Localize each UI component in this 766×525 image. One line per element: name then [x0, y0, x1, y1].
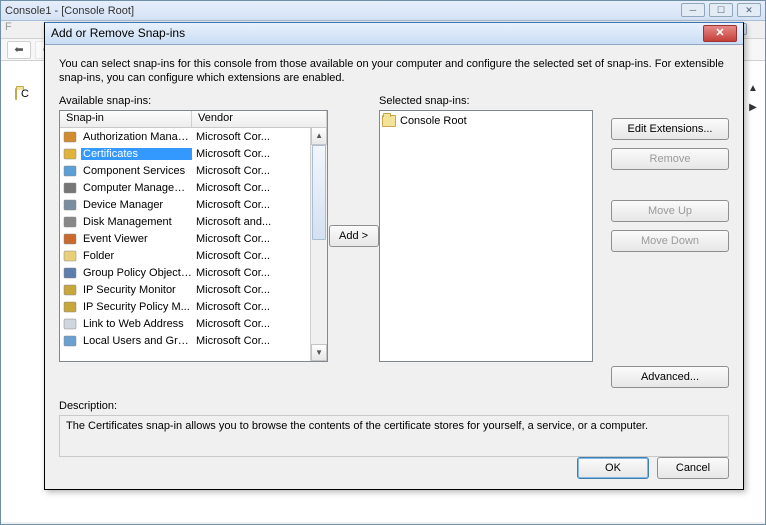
snapin-vendor: Microsoft Cor... [192, 250, 310, 262]
move-down-button[interactable]: Move Down [611, 230, 729, 252]
snapin-name: Event Viewer [81, 233, 192, 245]
move-up-button[interactable]: Move Up [611, 200, 729, 222]
snapin-vendor: Microsoft Cor... [192, 148, 310, 160]
snapin-icon [62, 180, 78, 196]
snapin-icon [62, 248, 78, 264]
snapin-vendor: Microsoft Cor... [192, 182, 310, 194]
snapin-name: Group Policy Object ... [81, 267, 192, 279]
table-row[interactable]: Computer Managem...Microsoft Cor... [60, 179, 310, 196]
available-label: Available snap-ins: [59, 95, 328, 107]
snapin-vendor: Microsoft Cor... [192, 165, 310, 177]
dialog-title-text: Add or Remove Snap-ins [51, 26, 185, 40]
snapin-name: Folder [81, 250, 192, 262]
table-row[interactable]: Component ServicesMicrosoft Cor... [60, 162, 310, 179]
column-vendor[interactable]: Vendor [192, 111, 327, 127]
snapin-icon [62, 129, 78, 145]
add-button[interactable]: Add > [329, 225, 379, 247]
description-label: Description: [59, 400, 729, 412]
scroll-up-icon[interactable]: ▲ [311, 128, 327, 145]
snapin-vendor: Microsoft Cor... [192, 335, 310, 347]
column-snapin[interactable]: Snap-in [60, 111, 192, 127]
dialog-title-bar[interactable]: Add or Remove Snap-ins ✕ [45, 23, 743, 45]
snapin-name: Computer Managem... [81, 182, 192, 194]
mmc-left-pane: C [7, 85, 33, 516]
close-button-icon[interactable]: ✕ [737, 3, 761, 17]
snapin-icon [62, 231, 78, 247]
scroll-down-icon[interactable]: ▼ [311, 344, 327, 361]
table-row[interactable]: Group Policy Object ...Microsoft Cor... [60, 264, 310, 281]
snapin-vendor: Microsoft and... [192, 216, 310, 228]
snapin-name: Component Services [81, 165, 192, 177]
tree-root-item[interactable]: C [7, 85, 33, 103]
table-row[interactable]: CertificatesMicrosoft Cor... [60, 145, 310, 162]
table-row[interactable]: Device ManagerMicrosoft Cor... [60, 196, 310, 213]
add-remove-snapins-dialog: Add or Remove Snap-ins ✕ You can select … [44, 22, 744, 490]
table-row[interactable]: Authorization ManagerMicrosoft Cor... [60, 128, 310, 145]
snapin-vendor: Microsoft Cor... [192, 267, 310, 279]
snapin-icon [62, 282, 78, 298]
selected-snapins-list[interactable]: Console Root [379, 110, 593, 362]
snapin-name: Certificates [81, 148, 192, 160]
remove-button[interactable]: Remove [611, 148, 729, 170]
list-item[interactable]: Console Root [382, 113, 590, 129]
edit-extensions-button[interactable]: Edit Extensions... [611, 118, 729, 140]
description-box: The Certificates snap-in allows you to b… [59, 415, 729, 457]
table-row[interactable]: Local Users and Gro...Microsoft Cor... [60, 332, 310, 349]
cancel-button[interactable]: Cancel [657, 457, 729, 479]
snapin-vendor: Microsoft Cor... [192, 318, 310, 330]
table-row[interactable]: FolderMicrosoft Cor... [60, 247, 310, 264]
close-icon[interactable]: ✕ [703, 25, 737, 42]
snapin-icon [62, 163, 78, 179]
advanced-button[interactable]: Advanced... [611, 366, 729, 388]
snapin-icon [62, 299, 78, 315]
back-icon[interactable]: ⬅ [7, 41, 31, 59]
snapin-name: Device Manager [81, 199, 192, 211]
ok-button[interactable]: OK [577, 457, 649, 479]
snapin-vendor: Microsoft Cor... [192, 131, 310, 143]
snapin-vendor: Microsoft Cor... [192, 284, 310, 296]
snapin-icon [62, 316, 78, 332]
folder-icon [382, 115, 396, 127]
available-scrollbar[interactable]: ▲ ▼ [310, 128, 327, 361]
snapin-name: IP Security Policy M... [81, 301, 192, 313]
snapin-icon [62, 333, 78, 349]
available-snapins-list[interactable]: Snap-in Vendor Authorization ManagerMicr… [59, 110, 328, 362]
selected-item-label: Console Root [400, 115, 467, 127]
snapin-vendor: Microsoft Cor... [192, 233, 310, 245]
maximize-button-icon[interactable]: ☐ [709, 3, 733, 17]
table-row[interactable]: Link to Web AddressMicrosoft Cor... [60, 315, 310, 332]
snapin-icon [62, 265, 78, 281]
snapin-name: Disk Management [81, 216, 192, 228]
minimize-button-icon[interactable]: ─ [681, 3, 705, 17]
folder-icon [15, 88, 17, 100]
table-row[interactable]: Disk ManagementMicrosoft and... [60, 213, 310, 230]
expand-right-icon[interactable]: ▶ [743, 102, 763, 113]
collapse-up-icon[interactable]: ▲ [743, 83, 763, 94]
snapin-vendor: Microsoft Cor... [192, 199, 310, 211]
table-row[interactable]: IP Security Policy M...Microsoft Cor... [60, 298, 310, 315]
snapin-name: Authorization Manager [81, 131, 192, 143]
snapin-name: IP Security Monitor [81, 284, 192, 296]
snapin-name: Link to Web Address [81, 318, 192, 330]
snapin-icon [62, 197, 78, 213]
snapin-name: Local Users and Gro... [81, 335, 192, 347]
menu-file-item[interactable]: F [1, 21, 12, 33]
mmc-title-text: Console1 - [Console Root] [5, 5, 134, 17]
dialog-intro-text: You can select snap-ins for this console… [59, 57, 729, 85]
table-row[interactable]: IP Security MonitorMicrosoft Cor... [60, 281, 310, 298]
scroll-thumb[interactable] [312, 145, 326, 240]
table-row[interactable]: Event ViewerMicrosoft Cor... [60, 230, 310, 247]
snapin-vendor: Microsoft Cor... [192, 301, 310, 313]
snapin-icon [62, 214, 78, 230]
mmc-title-bar: Console1 - [Console Root] ─ ☐ ✕ [1, 1, 765, 21]
snapin-icon [62, 146, 78, 162]
selected-label: Selected snap-ins: [379, 95, 593, 107]
